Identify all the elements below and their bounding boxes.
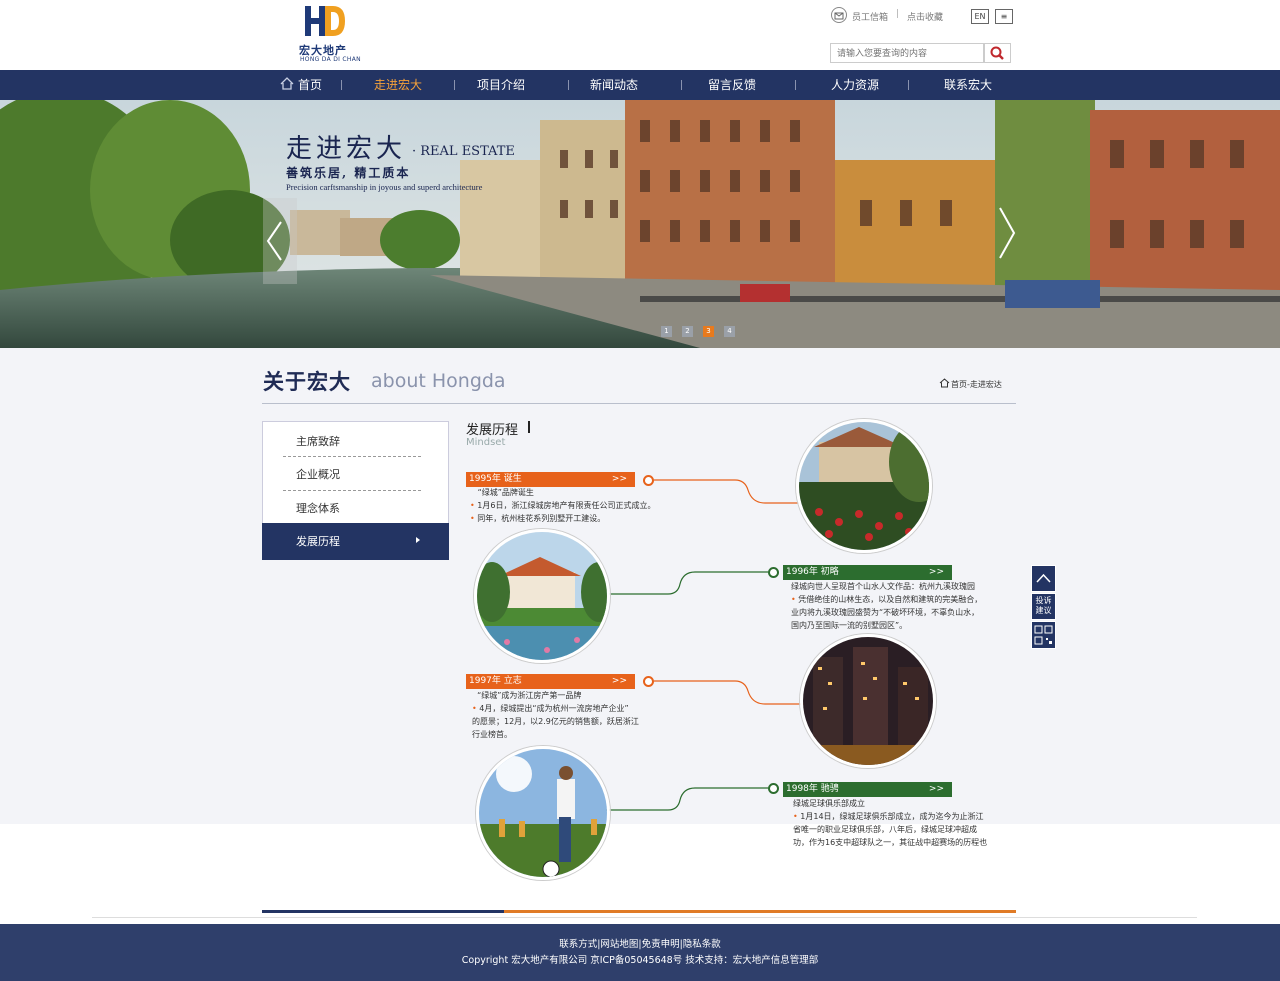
timeline-line: • 1月6日，浙江绿城房地产有限责任公司正式成立。 (470, 501, 656, 510)
arrow-up-icon (1036, 573, 1051, 583)
timeline-node (643, 676, 654, 687)
timeline-text-1998: 绿城足球俱乐部成立 • 1月14日，绿城足球俱乐部成立，成为迄今为止浙江 省唯一… (793, 797, 1003, 849)
timeline-line: 省唯一的职业足球俱乐部，八年后，绿城足球冲超成 (793, 825, 977, 834)
footer-links[interactable]: 联系方式|网站地图|免责申明|隐私条款 (0, 936, 1280, 950)
timeline-line: 的愿景；12月，以2.9亿元的销售额，跃居浙江 (472, 717, 639, 726)
timeline-tag-1998: 1998年 驰骋 >> (783, 782, 952, 797)
complaint-button[interactable]: 投诉建议 (1031, 593, 1056, 620)
timeline-line: • 4月，绿城提出“成为杭州一流房地产企业” (472, 704, 629, 713)
timeline-line: 绿城向世人呈现首个山水人文作品：杭州九溪玫瑰园 (791, 582, 975, 591)
footer-accent-navy (262, 910, 504, 913)
timeline-line: • 凭借绝佳的山林生态，以及自然和建筑的完美融合， (791, 595, 983, 604)
timeline-line: 国内乃至国际一流的别墅园区”。 (791, 621, 908, 630)
double-chevron-icon: >> (611, 474, 627, 484)
timeline-tag-1996: 1996年 初略 >> (783, 565, 952, 580)
timeline-tag-1997: 1997年 立志 >> (466, 674, 635, 689)
double-chevron-icon: >> (928, 784, 944, 794)
double-chevron-icon: >> (611, 676, 627, 686)
timeline-line: 行业榜首。 (472, 730, 512, 739)
football-photo (476, 746, 610, 880)
qrcode-icon (1034, 625, 1053, 645)
timeline-node (768, 567, 779, 578)
timeline-node (643, 475, 654, 486)
timeline-tag-label: 1997年 立志 (469, 676, 522, 686)
timeline-line: • 同年，杭州桂花系列别墅开工建设。 (470, 514, 606, 523)
timeline-text-1995: “绿城”品牌诞生 • 1月6日，浙江绿城房地产有限责任公司正式成立。 • 同年，… (470, 486, 680, 525)
timeline-line: 绿城足球俱乐部成立 (793, 799, 865, 808)
timeline-tag-1995: 1995年 诞生 >> (466, 472, 635, 487)
villa-photo (796, 419, 932, 553)
double-chevron-icon: >> (928, 567, 944, 577)
timeline-tag-label: 1995年 诞生 (469, 474, 522, 484)
timeline-line: 功，作为16支中超球队之一，其征战中超赛场的历程也 (793, 838, 988, 847)
timeline-node (768, 783, 779, 794)
footer-copyright: Copyright 宏大地产有限公司 京ICP备05045648号 技术支持：宏… (461, 955, 819, 966)
night-city-photo (800, 634, 936, 768)
timeline-text-1996: 绿城向世人呈现首个山水人文作品：杭州九溪玫瑰园 • 凭借绝佳的山林生态，以及自然… (791, 580, 1001, 632)
timeline-line: “绿城”成为浙江房产第一品牌 (477, 691, 582, 700)
villa-lake-photo (474, 529, 610, 663)
back-to-top-button[interactable] (1031, 565, 1056, 592)
timeline-text-1997: “绿城”成为浙江房产第一品牌 • 4月，绿城提出“成为杭州一流房地产企业” 的愿… (472, 689, 682, 741)
timeline-tag-label: 1998年 驰骋 (786, 784, 839, 794)
footer-divider (92, 917, 1197, 918)
timeline-line: 业内将九溪玫瑰园盛赞为“不破坏环境，不辜负山水， (791, 608, 980, 617)
footer-accent-orange (504, 910, 1016, 913)
timeline-line: “绿城”品牌诞生 (477, 488, 534, 497)
qrcode-button[interactable] (1031, 621, 1056, 649)
timeline-tag-label: 1996年 初略 (786, 567, 839, 577)
timeline-line: • 1月14日，绿城足球俱乐部成立，成为迄今为止浙江 (793, 812, 984, 821)
